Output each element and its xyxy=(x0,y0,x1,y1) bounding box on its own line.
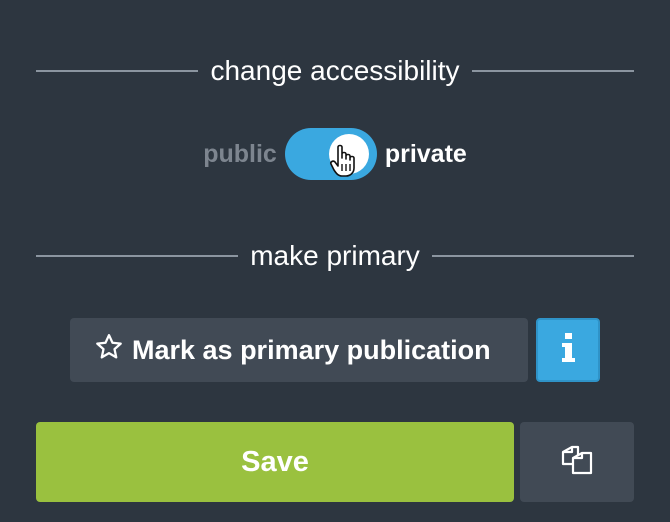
public-label[interactable]: public xyxy=(203,140,277,169)
info-icon xyxy=(560,332,576,368)
accessibility-toggle-row: public private xyxy=(0,128,670,180)
primary-divider: make primary xyxy=(36,236,634,276)
divider-line-left xyxy=(36,255,239,257)
primary-actions-row: Mark as primary publication xyxy=(70,318,600,382)
private-label[interactable]: private xyxy=(385,140,467,169)
accessibility-heading: change accessibility xyxy=(210,55,460,86)
primary-heading: make primary xyxy=(250,240,420,271)
accessibility-toggle[interactable] xyxy=(284,128,377,183)
mark-primary-label: Mark as primary publication xyxy=(132,334,491,365)
mark-primary-button[interactable]: Mark as primary publication xyxy=(70,318,528,382)
star-outline-icon xyxy=(94,332,124,369)
save-label: Save xyxy=(241,445,309,478)
save-button[interactable]: Save xyxy=(36,422,514,502)
accessibility-divider: change accessibility xyxy=(36,51,634,91)
divider-line-left xyxy=(36,70,199,72)
divider-line-right xyxy=(431,255,634,257)
copy-icon xyxy=(560,444,594,481)
divider-line-right xyxy=(471,70,634,72)
hand-pointer-icon xyxy=(329,144,359,183)
copy-button[interactable] xyxy=(520,422,634,502)
info-button[interactable] xyxy=(536,318,600,382)
publication-settings-panel: change accessibility public private make… xyxy=(0,0,670,522)
